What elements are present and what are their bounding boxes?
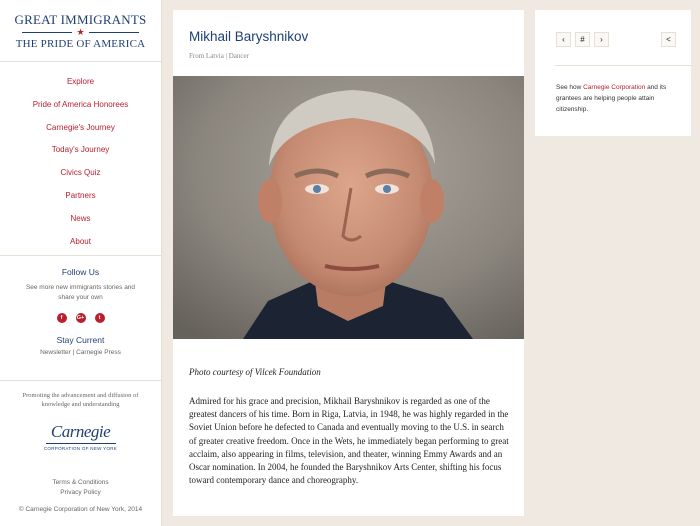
facebook-icon[interactable]: f: [56, 313, 67, 323]
sidebar: GREAT IMMIGRANTS ★ THE PRIDE OF AMERICA …: [0, 0, 162, 526]
share-button[interactable]: <: [661, 32, 676, 47]
photo-caption: Photo courtesy of Vilcek Foundation: [189, 367, 321, 377]
carnegie-corporation-link[interactable]: Carnegie Corporation: [583, 84, 645, 91]
carnegie-signature-logo[interactable]: Carnegie: [0, 422, 161, 442]
portrait-photo: [173, 76, 524, 339]
logo-divider: ★: [22, 27, 140, 37]
logo-tagline: THE PRIDE OF AMERICA: [15, 38, 146, 50]
follow-text: See more new immigrants stories and shar…: [25, 284, 136, 301]
site-logo[interactable]: GREAT IMMIGRANTS ★ THE PRIDE OF AMERICA: [0, 0, 161, 62]
nav-todays-journey[interactable]: Today's Journey: [0, 139, 161, 162]
privacy-link[interactable]: Privacy Policy: [0, 488, 161, 498]
panel-divider: [555, 65, 691, 66]
page-title: Mikhail Baryshnikov: [189, 29, 309, 44]
grid-button[interactable]: #: [575, 32, 590, 47]
terms-link[interactable]: Terms & Conditions: [0, 478, 161, 488]
main-nav: Explore Pride of America Honorees Carneg…: [0, 62, 161, 256]
panel-text-intro: See how: [556, 84, 584, 91]
copyright: © Carnegie Corporation of New York, 2014: [18, 506, 143, 513]
profile-subtitle: From Latvia | Dancer: [189, 52, 249, 60]
nav-partners[interactable]: Partners: [0, 185, 161, 208]
side-panel: ‹ # › < See how Carnegie Corporation and…: [535, 10, 691, 136]
stay-current-title: Stay Current: [56, 335, 105, 345]
twitter-icon[interactable]: t: [94, 313, 105, 323]
nav-news[interactable]: News: [0, 208, 161, 231]
prev-button[interactable]: ‹: [556, 32, 571, 47]
social-links: f G+ t: [0, 313, 161, 323]
next-button[interactable]: ›: [594, 32, 609, 47]
star-icon: ★: [76, 27, 85, 37]
nav-carnegies-journey[interactable]: Carnegie's Journey: [0, 117, 161, 140]
nav-explore[interactable]: Explore: [0, 71, 161, 94]
profile-bio: Admired for his grace and precision, Mik…: [189, 396, 509, 486]
google-plus-icon[interactable]: G+: [75, 313, 86, 323]
logo-title: GREAT IMMIGRANTS: [14, 12, 147, 27]
corporation-label: CORPORATION OF NEW YORK: [43, 446, 118, 451]
legal-links: Terms & Conditions Privacy Policy: [0, 478, 161, 498]
signature-rule: [45, 443, 116, 444]
profile-card: Mikhail Baryshnikov From Latvia | Dancer: [173, 10, 524, 516]
mission-text: Promoting the advancement and diffusion …: [22, 392, 139, 408]
stay-current-links[interactable]: Newsletter | Carnegie Press: [0, 349, 161, 356]
mission-section: Promoting the advancement and diffusion …: [0, 381, 161, 513]
follow-section: Follow Us See more new immigrants storie…: [0, 256, 161, 381]
follow-title: Follow Us: [61, 267, 100, 277]
portrait-illustration: [173, 76, 524, 339]
nav-pride-of-america-honorees[interactable]: Pride of America Honorees: [0, 94, 161, 117]
panel-text: See how Carnegie Corporation and its gra…: [556, 82, 676, 115]
nav-about[interactable]: About: [0, 231, 161, 254]
nav-civics-quiz[interactable]: Civics Quiz: [0, 162, 161, 185]
